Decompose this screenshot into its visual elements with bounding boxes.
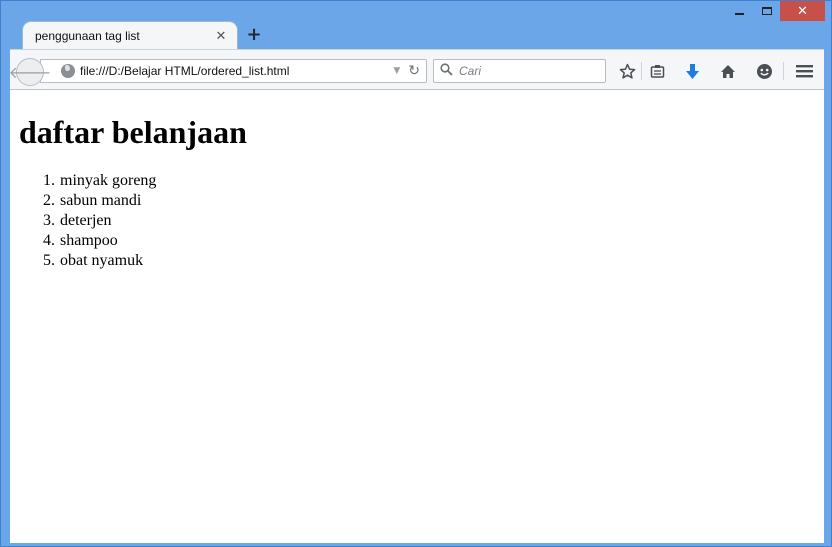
list-text: minyak goreng xyxy=(60,172,157,189)
list-text: deterjen xyxy=(60,212,112,229)
back-icon: 🡐 xyxy=(8,63,52,82)
home-icon[interactable] xyxy=(717,60,739,82)
reading-list-icon[interactable] xyxy=(646,60,668,82)
download-icon[interactable] xyxy=(681,60,703,82)
search-icon xyxy=(440,62,453,80)
tab-active[interactable]: penggunaan tag list ✕ xyxy=(22,21,238,50)
browser-window: ✕ penggunaan tag list ✕ + file:///D:/Bel… xyxy=(0,0,832,547)
list-item: 3. deterjen xyxy=(34,211,156,231)
toolbar-separator xyxy=(641,62,642,80)
list-item: 5. obat nyamuk xyxy=(34,251,156,271)
menu-icon[interactable] xyxy=(793,60,815,82)
list-number: 2. xyxy=(43,192,55,209)
close-window-button[interactable]: ✕ xyxy=(780,1,825,21)
list-item: 2. sabun mandi xyxy=(34,191,156,211)
tab-title: penggunaan tag list xyxy=(35,29,140,43)
list-number: 5. xyxy=(43,252,55,269)
list-number: 1. xyxy=(43,172,55,189)
page-title: daftar belanjaan xyxy=(19,114,247,150)
new-tab-button[interactable]: + xyxy=(245,26,263,44)
maximize-icon xyxy=(761,7,772,15)
list-item: 4. shampoo xyxy=(34,231,156,251)
window-controls: ✕ xyxy=(726,1,825,23)
ordered-list: 1. minyak goreng 2. sabun mandi 3. deterjen… xyxy=(34,171,156,271)
navigation-toolbar: file:///D:/Belajar HTML/ordered_list.htm… xyxy=(9,49,824,90)
page-content: daftar belanjaan 1. minyak goreng 2. sabun… xyxy=(10,90,824,543)
minimize-button[interactable] xyxy=(726,1,753,21)
search-bar[interactable] xyxy=(433,59,606,83)
globe-icon xyxy=(61,64,75,78)
search-input[interactable] xyxy=(459,64,599,78)
list-text: sabun mandi xyxy=(60,192,142,209)
list-number: 4. xyxy=(43,232,55,249)
maximize-button[interactable] xyxy=(753,1,780,21)
list-item: 1. minyak goreng xyxy=(34,171,156,191)
url-text[interactable]: file:///D:/Belajar HTML/ordered_list.htm… xyxy=(80,64,393,78)
list-text: obat nyamuk xyxy=(60,252,144,269)
dropdown-icon[interactable]: ▼ xyxy=(393,66,400,76)
url-bar[interactable]: file:///D:/Belajar HTML/ordered_list.htm… xyxy=(40,59,427,83)
reload-icon[interactable]: ↻ xyxy=(408,63,420,79)
list-text: shampoo xyxy=(60,232,118,249)
toolbar-separator xyxy=(783,62,784,80)
minimize-icon xyxy=(735,13,744,15)
hello-icon[interactable] xyxy=(753,60,775,82)
tab-close-icon[interactable]: ✕ xyxy=(213,29,229,44)
back-button[interactable]: 🡐 xyxy=(9,58,51,86)
bookmark-star-icon[interactable] xyxy=(616,60,638,82)
list-number: 3. xyxy=(43,212,55,229)
